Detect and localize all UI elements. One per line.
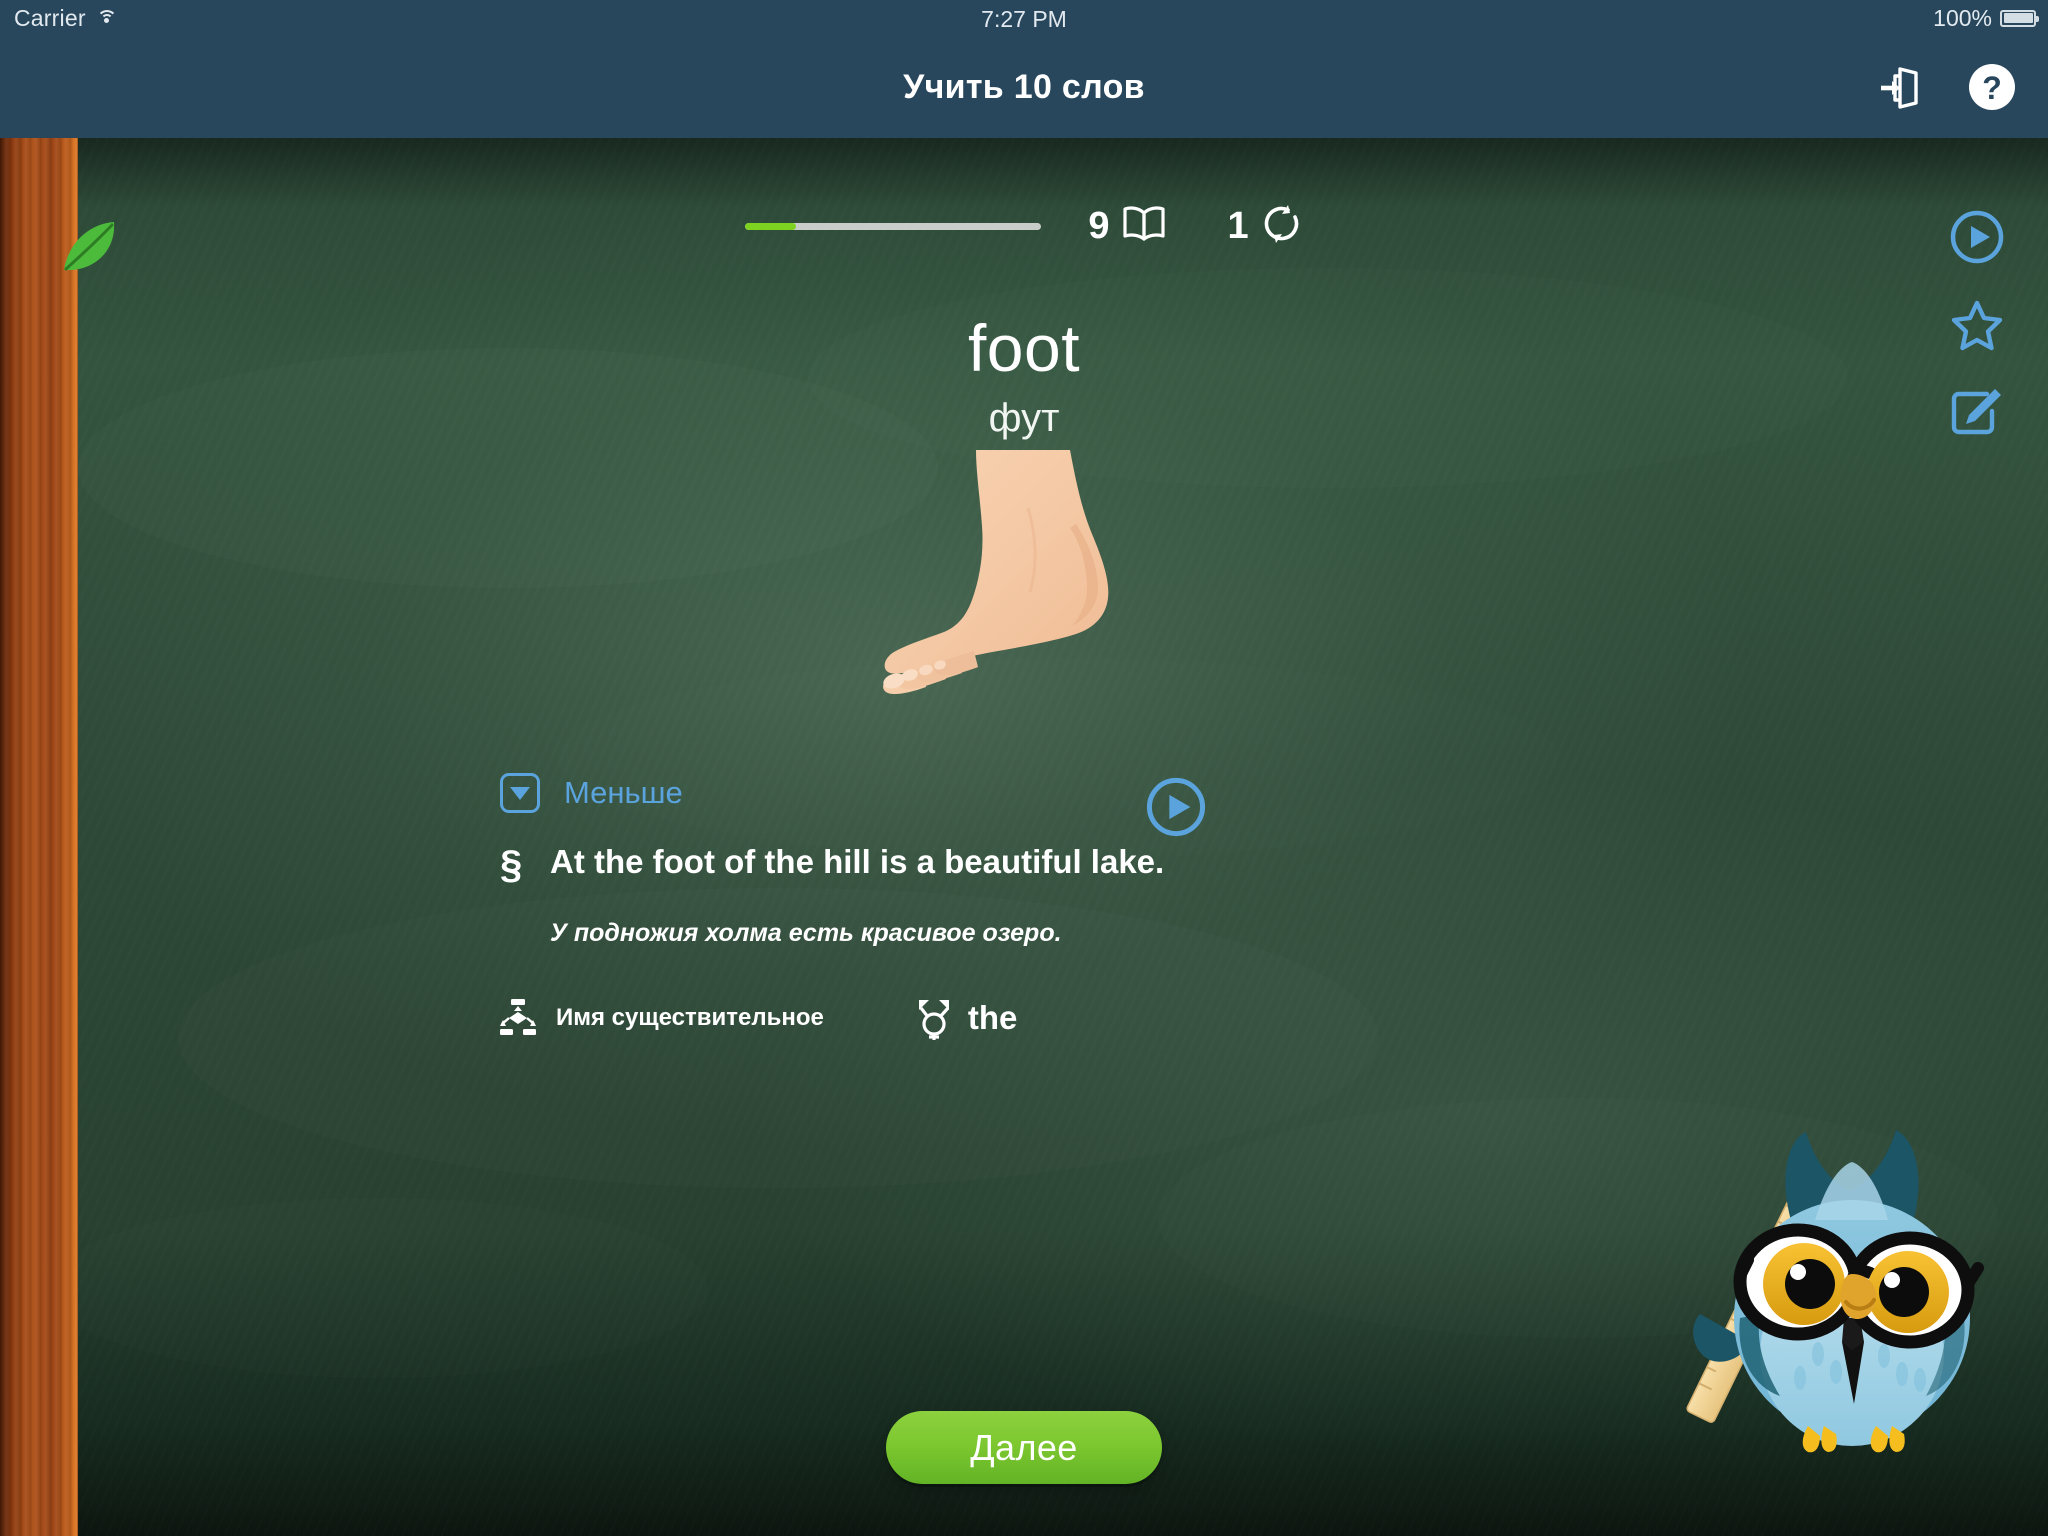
battery-percent-label: 100% xyxy=(1933,4,1992,31)
question-mark-circle-icon[interactable]: ? xyxy=(1964,59,2020,115)
word-title: foot xyxy=(967,311,1081,385)
chevron-down-box-icon[interactable] xyxy=(500,773,540,813)
chalkboard-area: 9 1 foot фут Меньше § At the foot of the… xyxy=(0,138,2048,1536)
refresh-loop-icon xyxy=(1261,203,1303,250)
app-screen: Carrier 7:27 PM 100% Учить 10 слов ? 9 1… xyxy=(0,0,2048,1536)
card-action-buttons xyxy=(1940,208,2014,442)
foot-illustration xyxy=(880,448,1140,698)
navigation-bar: Учить 10 слов ? xyxy=(0,36,2048,138)
status-bar-right: 100% xyxy=(1933,0,2039,36)
word-metadata-row: Имя существительное the xyxy=(500,996,1600,1040)
navigation-actions: ? xyxy=(1872,36,2020,138)
example-sentence-row: § At the foot of the hill is a beautiful… xyxy=(500,841,1600,885)
open-book-icon xyxy=(1122,205,1166,248)
example-sentence-english: At the foot of the hill is a beautiful l… xyxy=(550,843,1165,880)
gender-symbol-icon xyxy=(918,996,950,1040)
next-button[interactable]: Далее xyxy=(886,1411,1162,1484)
word-details-panel: Меньше § At the foot of the hill is a be… xyxy=(500,773,1600,1040)
page-title: Учить 10 слов xyxy=(903,67,1145,106)
repeat-counter: 1 xyxy=(1228,203,1303,250)
play-example-audio-icon[interactable] xyxy=(1145,776,1207,838)
details-toggle[interactable]: Меньше xyxy=(500,773,1600,813)
battery-full-icon xyxy=(2000,9,2039,27)
status-bar: Carrier 7:27 PM 100% xyxy=(0,0,2048,36)
example-sentence-russian: У подножия холма есть красивое озеро. xyxy=(550,919,1062,947)
edit-pencil-square-icon[interactable] xyxy=(1948,384,2006,442)
play-circle-icon[interactable] xyxy=(1948,208,2006,266)
exit-door-icon[interactable] xyxy=(1872,59,1928,115)
progress-row: 9 1 xyxy=(0,198,2048,254)
learning-count-value: 9 xyxy=(1088,205,1110,247)
star-outline-icon[interactable] xyxy=(1948,296,2006,354)
repeat-count-value: 1 xyxy=(1227,205,1249,247)
article-label: the xyxy=(967,999,1018,1036)
owl-teacher-icon xyxy=(1640,1104,2020,1464)
section-marker: § xyxy=(500,843,523,887)
learning-counter: 9 xyxy=(1088,205,1165,248)
word-transcription: фут xyxy=(988,396,1060,440)
status-bar-clock: 7:27 PM xyxy=(981,6,1067,32)
svg-text:?: ? xyxy=(1982,70,2002,106)
hierarchy-icon xyxy=(500,998,536,1038)
part-of-speech-label: Имя существительное xyxy=(556,1004,824,1031)
details-toggle-label: Меньше xyxy=(564,775,683,810)
progress-bar-fill xyxy=(745,222,796,230)
progress-bar xyxy=(745,222,1042,230)
